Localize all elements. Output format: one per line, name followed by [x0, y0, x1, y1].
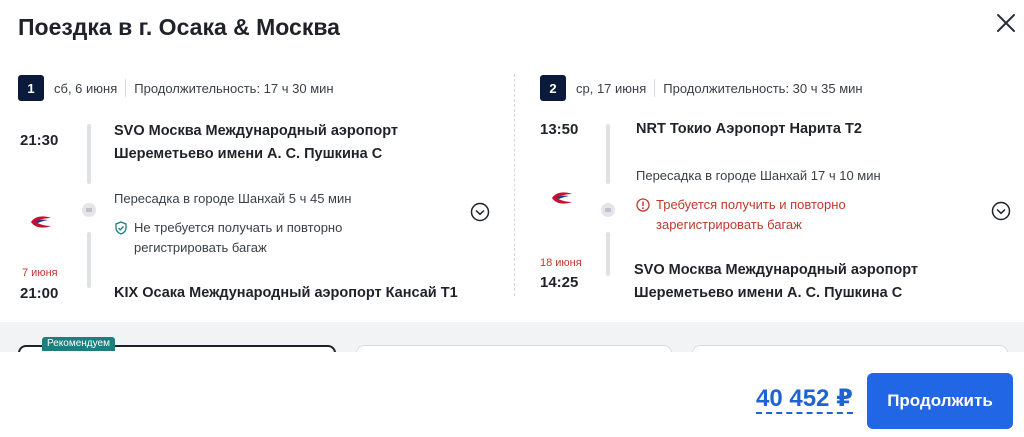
transfer-info: Пересадка в городе Шанхай 5 ч 45 мин: [114, 191, 352, 206]
route-line: [606, 124, 610, 184]
leg-duration: Продолжительность: 30 ч 35 мин: [663, 80, 863, 96]
continue-button[interactable]: Продолжить: [867, 373, 1013, 429]
leg-number-badge: 1: [18, 75, 44, 101]
warning-circle-icon: [636, 198, 650, 212]
leg-header: 1 сб, 6 июня Продолжительность: 17 ч 30 …: [18, 75, 334, 101]
departure-airport: SVO Москва Международный аэропорт Шереме…: [114, 123, 399, 162]
transfer-dot-icon: [82, 203, 96, 217]
baggage-note: Не требуется получать и повторно регистр…: [114, 218, 374, 258]
page-title: Поездка в г. Осака & Москва: [18, 14, 340, 40]
china-eastern-logo-icon: [550, 190, 574, 206]
leg-header: 2 ср, 17 июня Продолжительность: 30 ч 35…: [540, 75, 863, 101]
transfer-dot-icon: [601, 203, 615, 217]
departure-airport: NRT Токио Аэропорт Нарита T2: [636, 121, 862, 137]
leg-number-badge: 2: [540, 75, 566, 101]
arrival-airport: KIX Осака Международный аэропорт Кансай …: [114, 285, 458, 301]
chevron-down-circle-icon[interactable]: [470, 202, 490, 222]
route-line: [606, 232, 610, 276]
leg-2: 2 ср, 17 июня Продолжительность: 30 ч 35…: [540, 72, 1024, 302]
shield-check-icon: [114, 221, 128, 235]
legs-divider: [514, 74, 515, 296]
divider: [654, 79, 656, 97]
leg-duration: Продолжительность: 17 ч 30 мин: [134, 80, 334, 96]
recommended-badge: Рекомендуем: [42, 337, 115, 351]
arrival-date: 7 июня: [22, 267, 58, 279]
transfer-info: Пересадка в городе Шанхай 17 ч 10 мин: [636, 168, 881, 183]
arrival-airport: SVO Москва Международный аэропорт Шереме…: [634, 262, 919, 301]
leg-1: 1 сб, 6 июня Продолжительность: 17 ч 30 …: [18, 72, 508, 302]
leg-date: сб, 6 июня: [54, 80, 118, 96]
arrival-date: 18 июня: [540, 257, 582, 269]
baggage-note-text: Требуется получить и повторно зарегистри…: [656, 197, 846, 232]
close-icon[interactable]: [995, 12, 1017, 34]
divider: [125, 79, 127, 97]
china-eastern-logo-icon: [29, 214, 53, 230]
route-line: [87, 124, 91, 184]
arrival-time: 21:00: [20, 285, 59, 302]
arrival-time: 14:25: [540, 274, 579, 291]
departure-time: 21:30: [20, 132, 59, 149]
baggage-note-text: Не требуется получать и повторно регистр…: [134, 220, 343, 255]
route-line: [87, 232, 91, 288]
baggage-note: Требуется получить и повторно зарегистри…: [636, 195, 896, 235]
total-price[interactable]: 40 452 ₽: [756, 386, 853, 414]
departure-time: 13:50: [540, 121, 579, 138]
chevron-down-circle-icon[interactable]: [991, 201, 1011, 221]
leg-date: ср, 17 июня: [576, 80, 647, 96]
